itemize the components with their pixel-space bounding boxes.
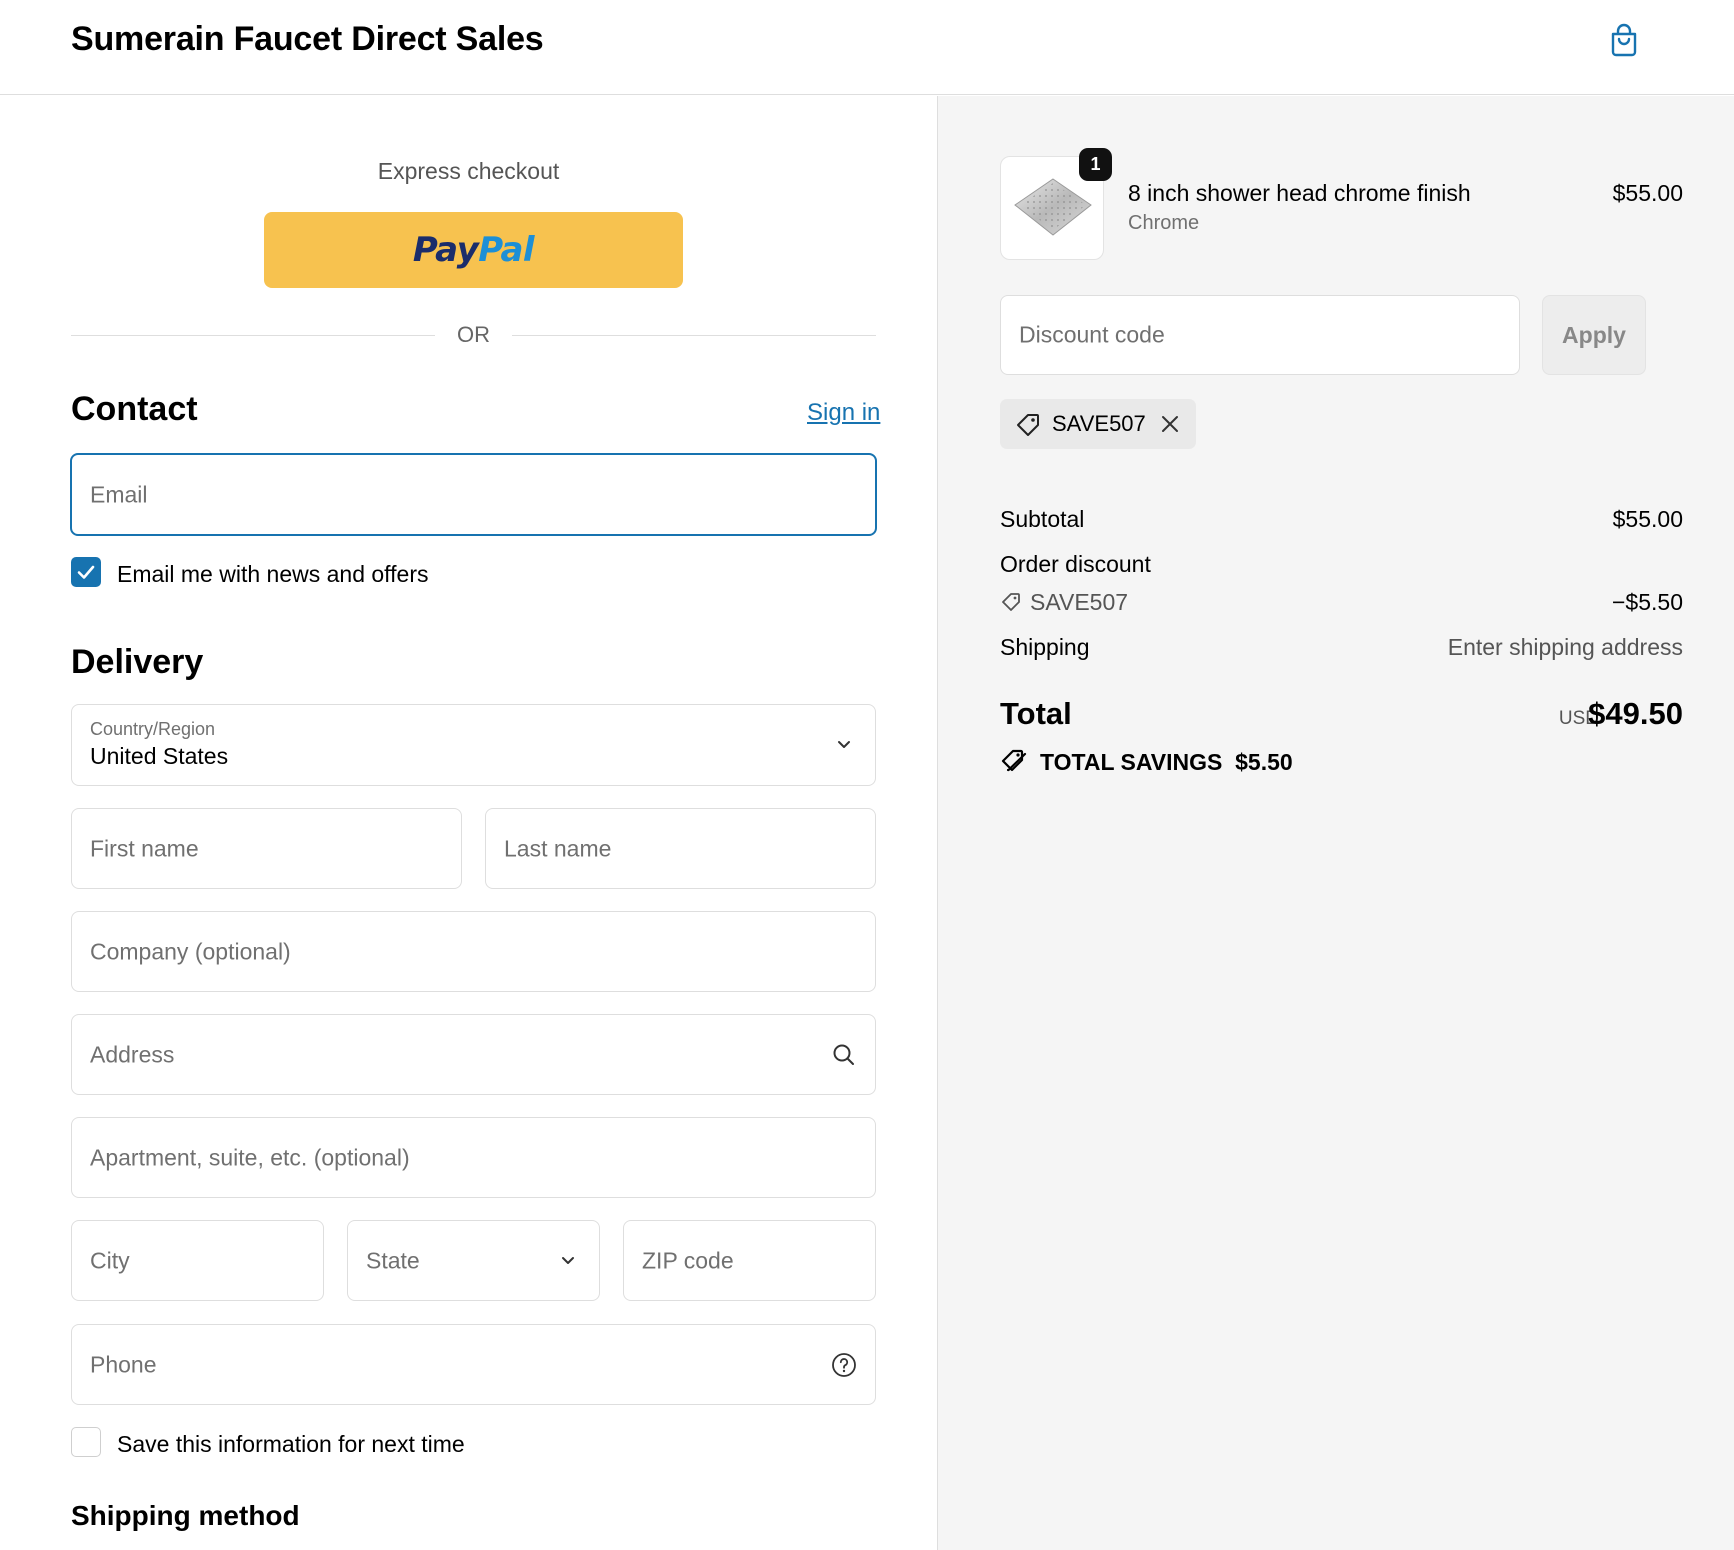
store-name[interactable]: Sumerain Faucet Direct Sales (71, 20, 544, 59)
address-field[interactable]: Address (71, 1014, 876, 1095)
checkout-form: Express checkout Pay Pal OR Contact Sign … (0, 96, 937, 1550)
last-name-field[interactable]: Last name (485, 808, 876, 889)
checkout-header: Sumerain Faucet Direct Sales (0, 0, 1734, 95)
first-name-placeholder: First name (90, 835, 199, 861)
product-name: 8 inch shower head chrome finish (1128, 180, 1471, 206)
order-discount-value: −$5.50 (1612, 589, 1683, 615)
email-placeholder: Email (90, 481, 148, 507)
search-icon[interactable] (831, 1042, 857, 1068)
paypal-logo-pay: Pay (412, 230, 479, 270)
chevron-down-icon (562, 1256, 574, 1264)
total-savings-value: $5.50 (1235, 749, 1293, 775)
company-placeholder: Company (optional) (90, 938, 291, 964)
product-variant: Chrome (1128, 212, 1200, 234)
shopping-bag-icon[interactable] (1606, 22, 1642, 58)
country-label: Country/Region (90, 719, 216, 739)
city-placeholder: City (90, 1247, 130, 1273)
state-select[interactable]: State (347, 1220, 600, 1301)
state-placeholder: State (366, 1247, 420, 1273)
or-text: OR (457, 322, 490, 347)
applied-discount-chip: SAVE507 (1000, 399, 1196, 449)
sign-in-link[interactable]: Sign in (807, 399, 880, 427)
order-discount-label: Order discount (1000, 551, 1151, 577)
help-icon[interactable] (831, 1352, 857, 1378)
first-name-field[interactable]: First name (71, 808, 462, 889)
total-amount: $49.50 (1588, 696, 1683, 731)
shipping-method-heading: Shipping method (71, 1500, 300, 1531)
savings-tag-icon (1001, 749, 1027, 772)
contact-heading: Contact (71, 390, 198, 428)
product-price: $55.00 (1612, 180, 1683, 206)
tag-icon (1017, 414, 1039, 436)
zip-code-field[interactable]: ZIP code (623, 1220, 876, 1301)
tag-icon (1002, 593, 1020, 611)
email-field[interactable]: Email (70, 453, 877, 536)
apartment-field[interactable]: Apartment, suite, etc. (optional) (71, 1117, 876, 1198)
save-info-checkbox[interactable] (71, 1427, 101, 1457)
checkmark-icon (77, 565, 95, 579)
phone-field[interactable]: Phone (71, 1324, 876, 1405)
subtotal-label: Subtotal (1000, 506, 1085, 532)
apartment-placeholder: Apartment, suite, etc. (optional) (90, 1144, 410, 1170)
delivery-heading: Delivery (71, 643, 204, 681)
subtotal-value: $55.00 (1612, 506, 1683, 532)
shipping-label: Shipping (1000, 634, 1090, 660)
total-label: Total (1000, 696, 1072, 731)
save-info-label: Save this information for next time (117, 1431, 465, 1457)
country-select[interactable]: Country/Region United States (71, 704, 876, 786)
total-savings-label: TOTAL SAVINGS (1040, 749, 1223, 775)
discount-code-placeholder: Discount code (1019, 321, 1165, 348)
paypal-logo-pal: Pal (478, 230, 535, 270)
order-discount-code: SAVE507 (1030, 589, 1129, 615)
close-icon[interactable] (1158, 412, 1182, 436)
discount-code-input[interactable]: Discount code (1000, 295, 1520, 375)
newsletter-label: Email me with news and offers (117, 561, 429, 587)
or-divider: OR (71, 320, 876, 350)
paypal-button[interactable]: Pay Pal (264, 212, 683, 288)
order-summary: 1 8 inch shower head chrome finish Chrom… (937, 96, 1734, 1550)
applied-discount-code: SAVE507 (1052, 411, 1146, 436)
last-name-placeholder: Last name (504, 835, 612, 861)
phone-placeholder: Phone (90, 1351, 157, 1377)
quantity-badge: 1 (1079, 148, 1112, 181)
newsletter-checkbox[interactable] (71, 557, 101, 587)
city-field[interactable]: City (71, 1220, 324, 1301)
country-value: United States (90, 743, 229, 769)
company-field[interactable]: Company (optional) (71, 911, 876, 992)
apply-discount-button[interactable]: Apply (1542, 295, 1646, 375)
address-placeholder: Address (90, 1041, 175, 1067)
chevron-down-icon (838, 741, 850, 748)
zip-code-placeholder: ZIP code (642, 1247, 734, 1273)
shipping-value: Enter shipping address (1447, 634, 1683, 660)
total-savings: TOTAL SAVINGS $5.50 (1040, 749, 1293, 776)
express-checkout-label: Express checkout (377, 158, 560, 184)
